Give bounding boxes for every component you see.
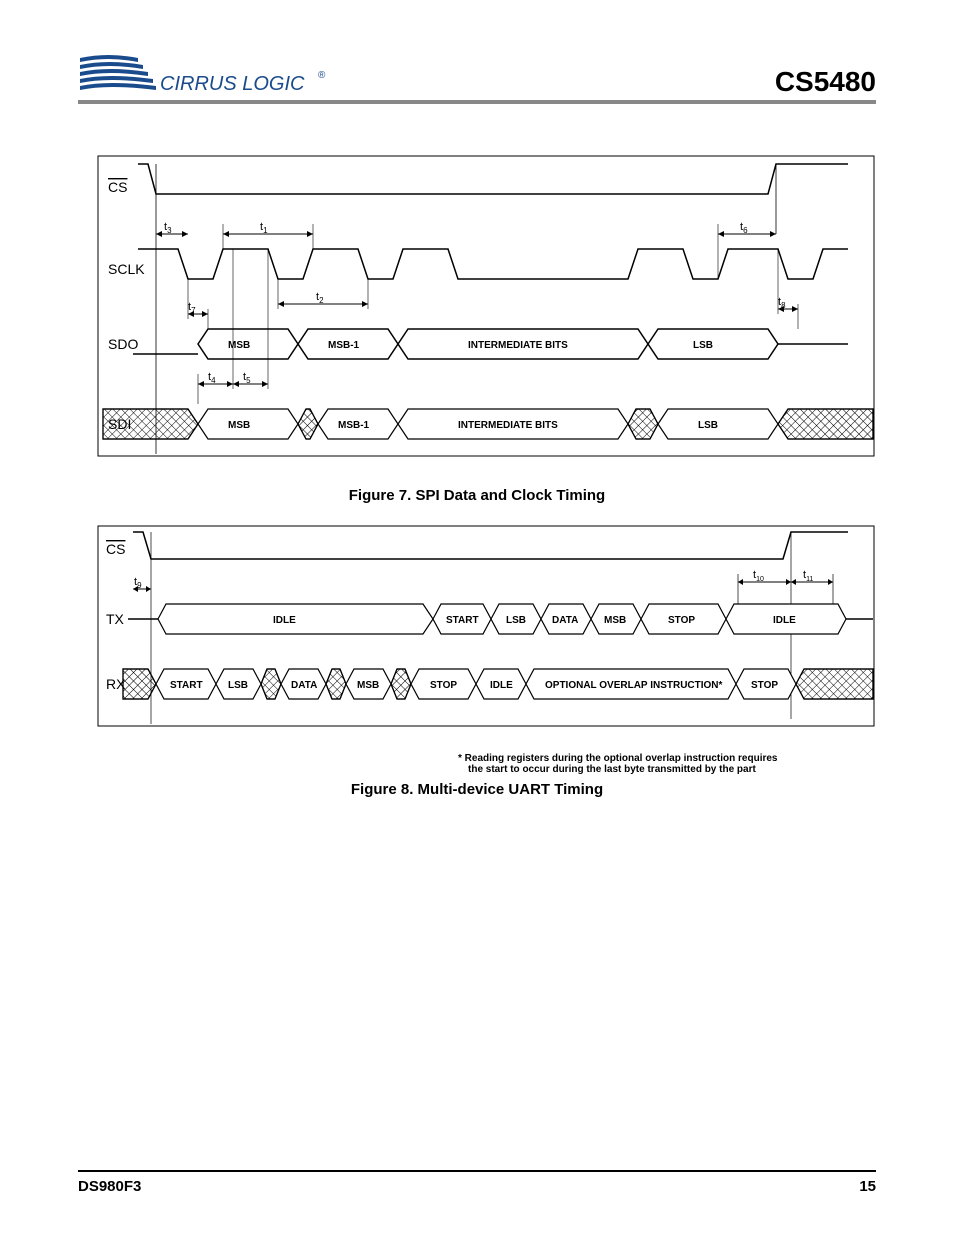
svg-text:t2: t2 [316,291,324,305]
company-name-text: CIRRUS LOGIC [160,73,305,95]
page-footer: DS980F3 15 [78,1170,876,1195]
svg-text:STOP: STOP [668,615,695,626]
sclk-label: SCLK [108,261,145,277]
svg-text:IDLE: IDLE [273,615,296,626]
registered-mark: ® [318,70,326,81]
svg-text:IDLE: IDLE [773,615,796,626]
svg-text:INTERMEDIATE BITS: INTERMEDIATE BITS [468,340,568,351]
figure-8-footnote: * Reading registers during the optional … [458,753,876,775]
uart-timing-diagram: CS t9 t10 t11 [78,524,876,744]
svg-text:MSB: MSB [228,420,250,431]
svg-text:MSB: MSB [228,340,250,351]
tx-label: TX [106,611,125,627]
svg-text:START: START [170,680,203,691]
svg-text:t5: t5 [243,371,251,385]
part-number: CS5480 [775,66,876,98]
svg-text:IDLE: IDLE [490,680,513,691]
svg-text:MSB-1: MSB-1 [338,420,370,431]
svg-text:DATA: DATA [552,615,578,626]
svg-text:LSB: LSB [506,615,526,626]
spi-timing-diagram: CS t3 SCLK t1 [78,154,876,464]
figure-7-container: CS t3 SCLK t1 [78,154,876,504]
svg-text:START: START [446,615,479,626]
svg-text:MSB: MSB [604,615,626,626]
datasheet-page: CIRRUS LOGIC ® CS5480 CS [0,0,954,1235]
figure-7-caption: Figure 7. SPI Data and Clock Timing [78,487,876,504]
svg-text:t4: t4 [208,371,216,385]
svg-text:t8: t8 [778,296,786,310]
svg-text:LSB: LSB [693,340,713,351]
svg-text:t10: t10 [753,569,764,583]
svg-text:t11: t11 [803,569,813,583]
document-id: DS980F3 [78,1178,141,1195]
company-logo: CIRRUS LOGIC ® [78,50,338,98]
sdo-label: SDO [108,336,138,352]
svg-text:STOP: STOP [430,680,457,691]
svg-text:LSB: LSB [698,420,718,431]
page-number: 15 [859,1178,876,1195]
svg-text:LSB: LSB [228,680,248,691]
cs-label-2: CS [106,541,125,557]
svg-text:MSB-1: MSB-1 [328,340,360,351]
svg-text:t1: t1 [260,221,268,235]
svg-text:DATA: DATA [291,680,317,691]
svg-text:INTERMEDIATE BITS: INTERMEDIATE BITS [458,420,558,431]
cs-label: CS [108,179,127,195]
svg-text:t9: t9 [134,576,142,590]
svg-text:t7: t7 [188,301,196,315]
figure-8-container: CS t9 t10 t11 [78,524,876,798]
page-header: CIRRUS LOGIC ® CS5480 [78,50,876,104]
figure-8-caption: Figure 8. Multi-device UART Timing [78,781,876,798]
svg-text:t3: t3 [164,221,172,235]
svg-text:t6: t6 [740,221,748,235]
svg-text:MSB: MSB [357,680,379,691]
svg-text:OPTIONAL OVERLAP INSTRUCTION*: OPTIONAL OVERLAP INSTRUCTION* [545,680,723,691]
svg-text:STOP: STOP [751,680,778,691]
